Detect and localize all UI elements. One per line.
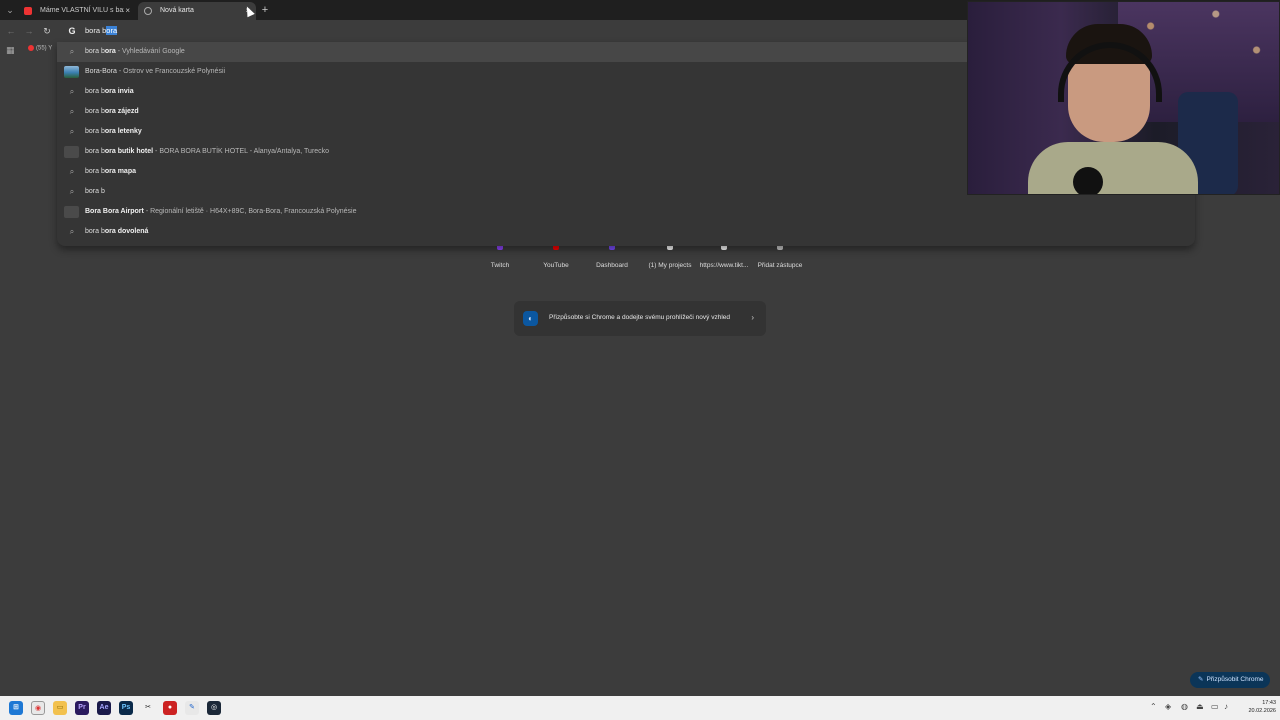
suggestion-bold: Bora-Bora [85,68,117,75]
suggestion-bold: ora invia [104,88,134,95]
search-icon: ⌕ [69,227,75,236]
suggestion-item[interactable]: ⌕ bora bora dovolená [57,222,1195,242]
island-thumbnail-icon [64,66,79,78]
suggestion-bold: ora Airport [107,208,144,215]
premiere-pro-icon[interactable]: Pr [75,701,89,715]
app-icon[interactable]: ● [163,701,177,715]
suggestion-item[interactable]: Bora Bora Airport - Regionální letiště ·… [57,202,1195,222]
shortcut-youtube[interactable]: YouTube [526,244,586,269]
customize-chrome-banner[interactable]: ◐ Přizpůsobte si Chrome a dodejte svému … [514,301,766,336]
suggestion-desc: - Ostrov ve Francouzské Polynésii [116,68,226,75]
tab-title: Nová karta [160,7,194,14]
usb-icon[interactable]: ⏏ [1196,702,1204,711]
omnibox-input[interactable]: bora bora [85,26,118,35]
shortcut-label: Přidat zástupce [757,262,803,269]
network-icon[interactable]: ▭ [1211,702,1219,711]
palette-icon: ◐ [523,311,538,326]
webcam-overlay [967,1,1280,195]
forward-arrow-icon[interactable]: → [23,25,35,37]
suggestion-desc: - BORA BORA BUTİK HOTEL - Alanya/Antalya… [153,148,330,155]
shortcut-label: (1) My projects [648,262,692,269]
chrome-icon[interactable]: ◉ [31,701,45,715]
customize-chrome-button[interactable]: ✎ Přizpůsobit Chrome [1190,672,1270,688]
editor-icon[interactable]: ✎ [185,701,199,715]
suggestion-bold: ora butik hotel [104,148,154,155]
tray-app-icon[interactable]: ◈ [1165,702,1171,711]
suggestion-desc: - Vyhledávání Google [115,48,185,55]
suggestion-desc: - Regionální letiště · H64X+89C, Bora-Bo… [143,208,357,215]
taskbar: ⊞ ◉ ▭ Pr Ae Ps ✂ ● ✎ ◎ ⌃ ◈ ◍ ⏏ ▭ ♪ 17:43… [0,696,1280,720]
omnibox-typed-text: bora b [85,26,107,35]
windows-start-icon[interactable]: ⊞ [9,701,23,715]
apps-grid-icon[interactable]: ▦ [6,45,15,56]
shortcut-label: https://www.tikt... [699,262,749,269]
shortcut-label: Dashboard [596,262,628,269]
google-icon: G [68,26,76,36]
person-body [1028,142,1198,194]
shortcut-label: Twitch [490,262,510,269]
bookmark-youtube[interactable]: (55) Y [28,45,52,52]
banner-text: Přizpůsobte si Chrome a dodejte svému pr… [549,314,731,321]
system-clock[interactable]: 17:43 20.02.2026 [1236,699,1276,715]
file-explorer-icon[interactable]: ▭ [53,701,67,715]
microphone [1073,167,1103,194]
customize-chrome-label: Přizpůsobit Chrome [1206,676,1264,683]
clock-time: 17:43 [1262,700,1276,706]
suggestion-prefix: bora b [85,88,105,95]
omnibox-autocomplete-text: ora [106,26,118,35]
shortcut-dashboard[interactable]: Dashboard [582,244,642,269]
youtube-icon [24,7,32,15]
back-arrow-icon[interactable]: ← [5,25,17,37]
new-tab-button[interactable]: + [260,3,270,17]
youtube-icon [28,45,34,51]
search-icon: ⌕ [69,87,75,96]
suggestion-bold: ora zájezd [104,108,139,115]
capcut-icon[interactable]: ✂ [141,701,155,715]
suggestion-bold: ora [104,48,116,55]
shortcut-tiktok[interactable]: https://www.tikt... [694,244,754,269]
suggestion-bold: ora dovolená [104,228,149,235]
close-icon[interactable]: × [125,2,130,20]
search-icon: ⌕ [69,107,75,116]
tab-new-tab[interactable]: Nová karta × [138,2,256,20]
tab-youtube[interactable]: Máme VLASTNÍ VILU s bazénem × [18,2,136,20]
hotel-thumbnail-icon [64,146,79,158]
shortcut-add[interactable]: Přidat zástupce [750,244,810,269]
search-icon: ⌕ [69,47,75,56]
photoshop-icon[interactable]: Ps [119,701,133,715]
reload-icon[interactable]: ↻ [41,25,53,37]
search-icon: ⌕ [69,127,75,136]
steam-icon[interactable]: ◎ [207,701,221,715]
suggestion-prefix: bora b [85,108,105,115]
shortcut-my-projects[interactable]: (1) My projects [640,244,700,269]
bookmark-label: (55) Y [36,45,53,52]
pencil-icon: ✎ [1198,676,1204,683]
suggestion-prefix: bora b [85,188,105,195]
clock-date: 20.02.2026 [1248,708,1276,714]
suggestion-prefix: bora b [85,168,105,175]
chrome-icon [144,7,152,15]
search-icon: ⌕ [69,167,75,176]
after-effects-icon[interactable]: Ae [97,701,111,715]
shortcut-twitch[interactable]: Twitch [470,244,530,269]
tray-app-icon[interactable]: ◍ [1181,702,1188,711]
suggestion-prefix: Bora B [85,208,108,215]
volume-icon[interactable]: ♪ [1224,702,1228,711]
suggestion-prefix: bora b [85,148,105,155]
shortcut-label: YouTube [543,262,569,269]
tab-title: Máme VLASTNÍ VILU s bazénem [40,7,124,14]
search-icon: ⌕ [69,187,75,196]
chevron-up-icon[interactable]: ⌃ [1150,702,1157,711]
chevron-right-icon: › [751,313,754,322]
tab-search-icon[interactable]: ⌄ [4,4,16,16]
suggestion-bold: ora letenky [104,128,142,135]
airport-thumbnail-icon [64,206,79,218]
suggestion-bold: ora mapa [104,168,136,175]
suggestion-prefix: bora b [85,228,105,235]
suggestion-prefix: bora b [85,48,105,55]
suggestion-prefix: bora b [85,128,105,135]
